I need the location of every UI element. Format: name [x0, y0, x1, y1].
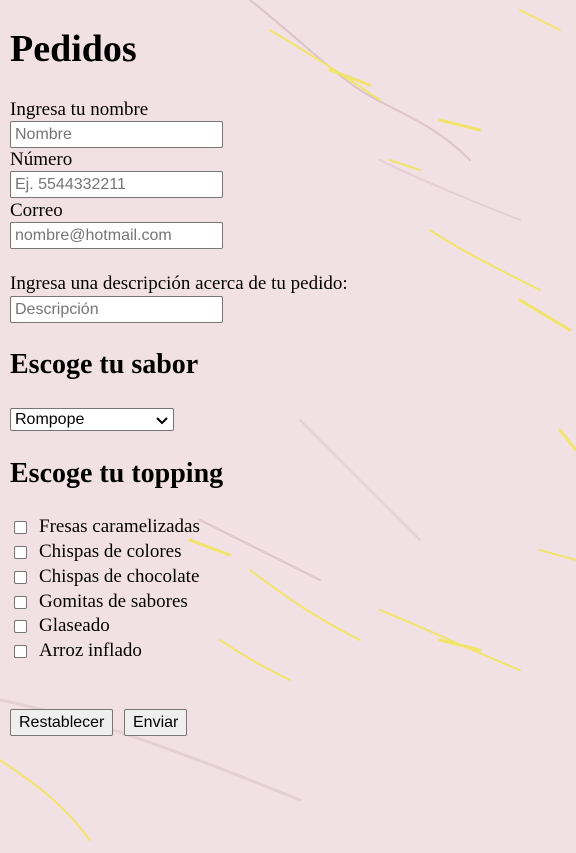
- flavor-selected-value: Rompope: [15, 410, 85, 428]
- topping-label: Chispas de chocolate: [39, 566, 200, 587]
- chevron-down-icon: [156, 416, 168, 424]
- topping-option[interactable]: Fresas caramelizadas: [14, 516, 200, 538]
- topping-option[interactable]: Chispas de colores: [14, 541, 181, 563]
- checkbox[interactable]: [14, 545, 27, 559]
- topping-label: Chispas de colores: [39, 541, 182, 562]
- page-title: Pedidos: [10, 28, 137, 70]
- reset-button[interactable]: Restablecer: [10, 709, 114, 736]
- topping-option[interactable]: Chispas de chocolate: [14, 566, 199, 588]
- name-input[interactable]: [10, 121, 223, 148]
- description-label: Ingresa una descripción acerca de tu ped…: [10, 273, 348, 294]
- topping-option[interactable]: Arroz inflado: [14, 640, 142, 662]
- flavor-heading: Escoge tu sabor: [10, 349, 199, 380]
- checkbox[interactable]: [14, 644, 27, 658]
- checkbox[interactable]: [14, 595, 27, 609]
- description-input[interactable]: [10, 296, 223, 323]
- checkbox[interactable]: [14, 570, 27, 584]
- topping-option[interactable]: Glaseado: [14, 615, 110, 637]
- flavor-select[interactable]: Rompope: [10, 408, 174, 431]
- email-label: Correo: [10, 200, 63, 221]
- topping-label: Fresas caramelizadas: [39, 516, 200, 537]
- topping-label: Gomitas de sabores: [39, 591, 188, 612]
- email-input[interactable]: [10, 222, 223, 249]
- checkbox[interactable]: [14, 520, 27, 534]
- topping-label: Arroz inflado: [39, 640, 142, 661]
- topping-label: Glaseado: [39, 615, 110, 636]
- phone-label: Número: [10, 149, 73, 170]
- topping-heading: Escoge tu topping: [10, 458, 224, 489]
- checkbox[interactable]: [14, 619, 27, 633]
- phone-input[interactable]: [10, 171, 223, 198]
- submit-button[interactable]: Enviar: [124, 709, 188, 736]
- topping-option[interactable]: Gomitas de sabores: [14, 591, 188, 613]
- name-label: Ingresa tu nombre: [10, 99, 149, 120]
